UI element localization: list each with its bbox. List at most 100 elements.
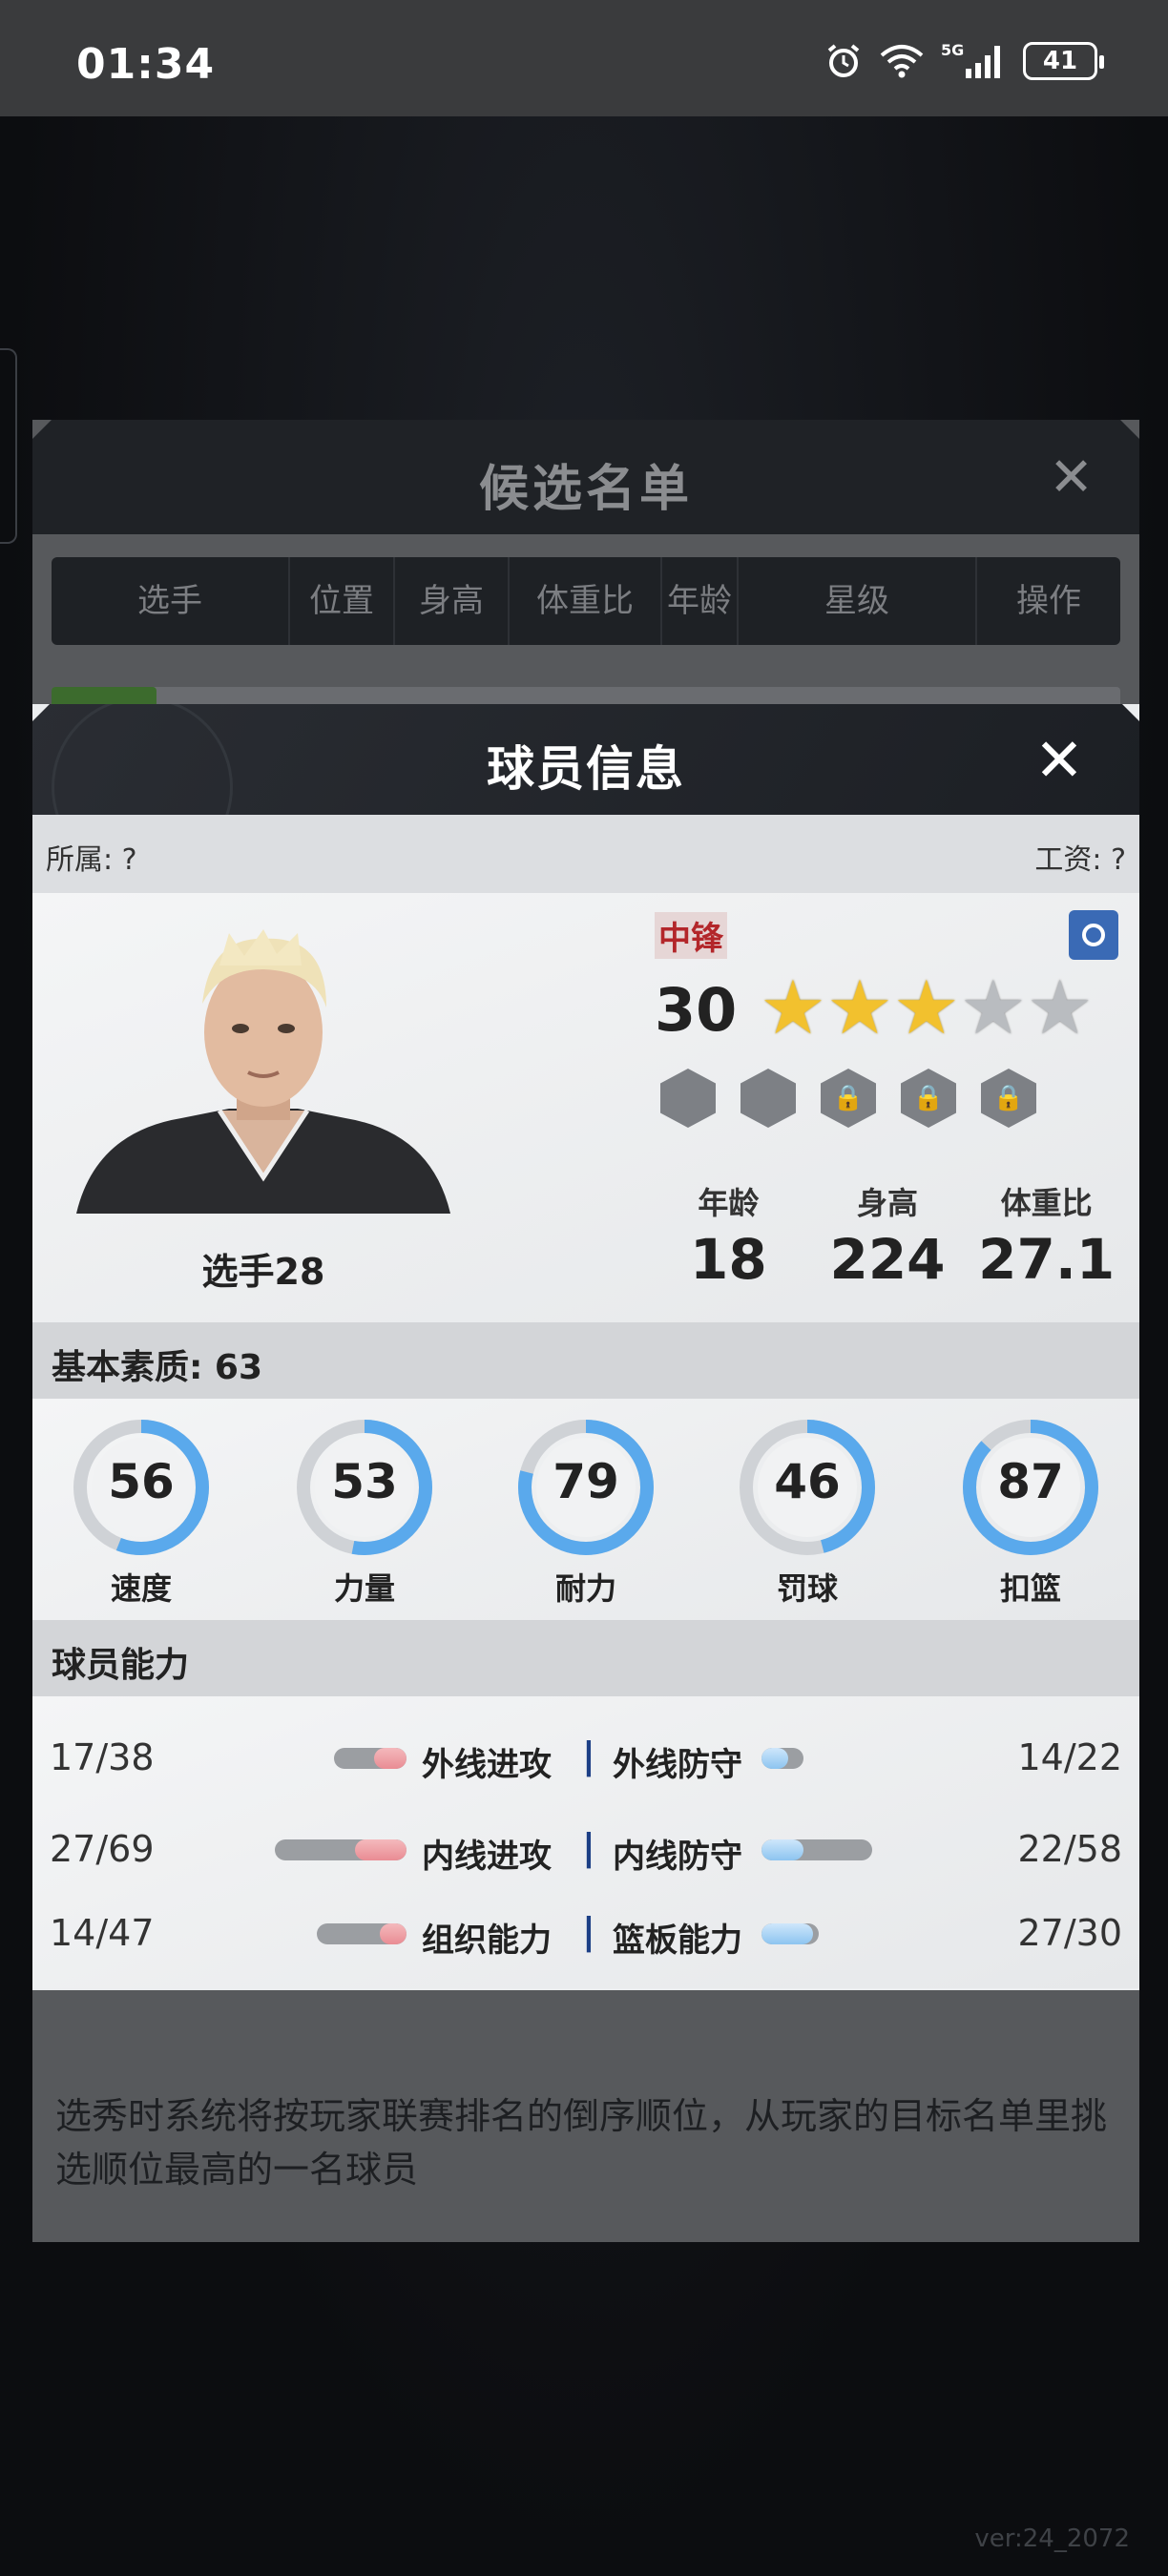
ability-right-bar-fill	[761, 1748, 788, 1769]
candidate-column-headers: 选手 位置 身高 体重比 年龄 星级 操作	[52, 557, 1120, 645]
skill-slots: 🔒 🔒 🔒	[660, 1069, 1036, 1128]
ability-right-label: 篮板能力	[613, 1922, 742, 1960]
version-label: ver:24_2072	[974, 2524, 1130, 2553]
ability-left-value: 14/47	[50, 1912, 155, 1954]
attr-label: 身高	[857, 1185, 919, 1221]
ring-label: 耐力	[554, 1570, 616, 1607]
star-filled-icon: ★	[825, 966, 893, 1051]
player-search-button[interactable]	[1069, 910, 1118, 960]
attr-value: 224	[829, 1227, 946, 1292]
ability-right-bar-fill	[761, 1923, 813, 1944]
ability-list: 17/38 外线进攻 | 外线防守 14/22 27/69 内线进攻 | 内线防守 22/58 14…	[32, 1696, 1139, 1988]
attr-value: 27.1	[978, 1227, 1116, 1292]
battery-level: 41	[1042, 47, 1078, 75]
status-bar: 01:34 5G 41	[0, 0, 1168, 116]
column-stars: 星级	[739, 557, 977, 645]
ability-row: 27/69 内线进攻 | 内线防守 22/58	[32, 1815, 1139, 1881]
player-info-dialog: 球员信息 ✕ 所属: ? 工资: ? 选手28 中锋 30 ★ ★ ★ ★ ★ 🔒 🔒	[32, 704, 1139, 1990]
ability-separator: |	[582, 1910, 595, 1952]
ability-row: 14/47 组织能力 | 篮板能力 27/30	[32, 1899, 1139, 1965]
status-icons: 5G 41	[824, 42, 1104, 80]
basic-attribute-rings: 56 速度 53 力量 79 耐力 46 罚球 87 扣篮	[32, 1399, 1139, 1620]
basic-section-header: 基本素质: 63	[32, 1322, 1139, 1399]
ability-right-value: 22/58	[1017, 1828, 1122, 1870]
skill-slot-empty-icon[interactable]	[660, 1069, 716, 1128]
ring-label: 扣篮	[999, 1570, 1061, 1607]
attr-weight-ratio: 体重比 27.1	[967, 1179, 1126, 1292]
ability-right-label: 内线防守	[613, 1838, 742, 1876]
basic-section-label: 基本素质: 63	[52, 1348, 263, 1387]
attr-age: 年龄 18	[649, 1179, 808, 1292]
column-player: 选手	[52, 557, 290, 645]
ability-left-label: 组织能力	[422, 1922, 552, 1960]
skill-slot-lock-icon[interactable]: 🔒	[821, 1069, 876, 1128]
star-rating: ★ ★ ★ ★ ★	[760, 971, 1094, 1046]
candidate-header: 候选名单 ✕	[32, 420, 1139, 534]
candidate-title: 候选名单	[478, 461, 693, 518]
attribute-ring: 87 扣篮	[954, 1416, 1107, 1609]
side-drawer-handle[interactable]	[0, 348, 17, 544]
star-filled-icon: ★	[892, 966, 960, 1051]
ability-left-label: 外线进攻	[422, 1746, 552, 1784]
ability-section-label: 球员能力	[52, 1646, 190, 1685]
ability-separator: |	[582, 1735, 595, 1776]
player-attributes: 年龄 18 身高 224 体重比 27.1	[649, 1179, 1126, 1292]
contract-row: 所属: ? 工资: ?	[32, 815, 1139, 893]
attribute-ring: 46 罚球	[731, 1416, 884, 1609]
star-empty-icon: ★	[1026, 966, 1094, 1051]
ring-label: 罚球	[776, 1570, 838, 1607]
signal-5g-icon: 5G	[941, 42, 1008, 80]
column-weight-ratio: 体重比	[510, 557, 662, 645]
ability-left-bar	[275, 1839, 407, 1860]
skill-slot-lock-icon[interactable]: 🔒	[901, 1069, 956, 1128]
player-name: 选手28	[201, 1251, 325, 1293]
overall-rating: 30	[655, 975, 738, 1045]
ring-value: 56	[108, 1454, 175, 1509]
star-empty-icon: ★	[959, 966, 1027, 1051]
ability-separator: |	[582, 1826, 595, 1868]
ability-left-bar-fill	[355, 1839, 407, 1860]
ability-left-value: 17/38	[50, 1736, 155, 1778]
ability-right-value: 27/30	[1017, 1912, 1122, 1954]
column-age: 年龄	[662, 557, 739, 645]
ring-value: 79	[553, 1454, 619, 1509]
column-action: 操作	[1016, 582, 1081, 620]
dialog-header: 球员信息 ✕	[32, 704, 1139, 815]
ability-right-value: 14/22	[1017, 1736, 1122, 1778]
ring-value: 87	[997, 1454, 1064, 1509]
ability-right-bar	[761, 1923, 819, 1944]
ability-row: 17/38 外线进攻 | 外线防守 14/22	[32, 1723, 1139, 1790]
star-filled-icon: ★	[760, 966, 826, 1051]
dialog-close-icon[interactable]: ✕	[1034, 725, 1084, 795]
player-avatar	[76, 929, 450, 1214]
salary-text: 工资: ?	[1034, 843, 1126, 877]
ability-right-bar	[761, 1748, 803, 1769]
status-time: 01:34	[76, 40, 216, 89]
attr-label: 年龄	[698, 1185, 760, 1221]
ring-value: 46	[774, 1454, 841, 1509]
draft-rule-note: 选秀时系统将按玩家联赛排名的倒序顺位，从玩家的目标名单里挑选顺位最高的一名球员	[55, 2095, 1108, 2191]
ability-left-bar-fill	[380, 1923, 407, 1944]
attribute-ring: 79 耐力	[510, 1416, 662, 1609]
skill-slot-empty-icon[interactable]	[740, 1069, 796, 1128]
attr-label: 体重比	[1000, 1185, 1093, 1221]
attribute-ring: 53 力量	[288, 1416, 441, 1609]
svg-text:5G: 5G	[941, 42, 964, 59]
ring-label: 速度	[110, 1570, 172, 1607]
ring-label: 力量	[333, 1570, 395, 1607]
column-height: 身高	[395, 557, 510, 645]
ability-right-label: 外线防守	[613, 1746, 742, 1784]
ability-left-bar	[334, 1748, 407, 1769]
candidate-close-icon[interactable]: ✕	[1049, 447, 1094, 509]
ability-left-label: 内线进攻	[422, 1838, 552, 1876]
column-position: 位置	[290, 557, 395, 645]
dialog-title: 球员信息	[487, 741, 685, 797]
ability-left-value: 27/69	[50, 1828, 155, 1870]
search-icon	[1082, 924, 1105, 946]
ability-left-bar-fill	[374, 1748, 407, 1769]
position-badge: 中锋	[655, 912, 727, 959]
skill-slot-lock-icon[interactable]: 🔒	[981, 1069, 1036, 1128]
attr-value: 18	[689, 1227, 767, 1292]
ability-left-bar	[317, 1923, 407, 1944]
battery-indicator: 41	[1023, 42, 1104, 80]
